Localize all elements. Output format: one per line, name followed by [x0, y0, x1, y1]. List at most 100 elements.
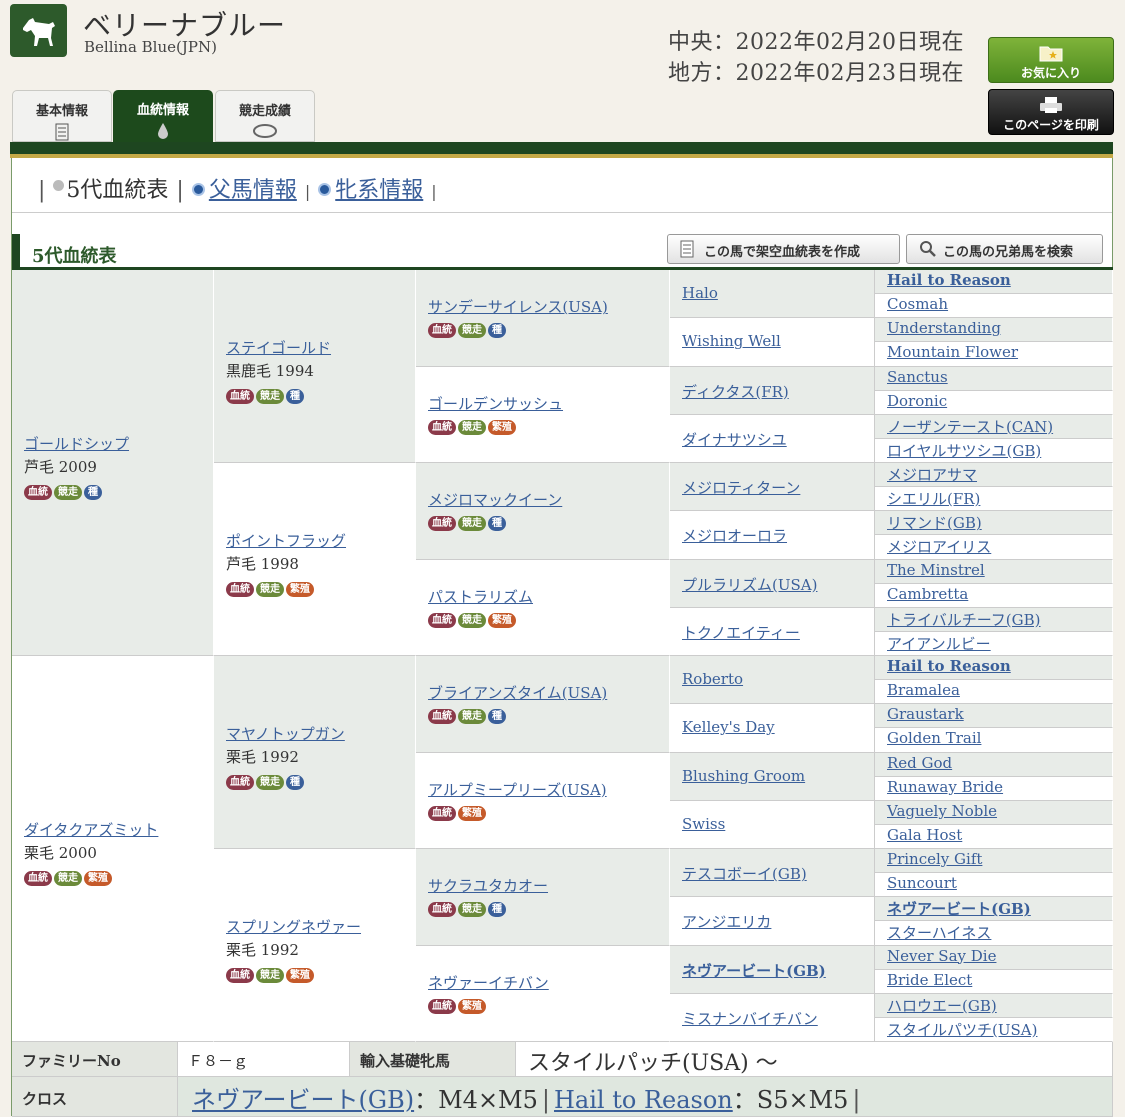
horse-name-link[interactable]: Golden Trail [887, 729, 1112, 747]
badge-blood[interactable]: 血統 [226, 967, 254, 983]
horse-name-link[interactable]: スターハイネス [887, 922, 1112, 943]
horse-name-link[interactable]: Gala Host [887, 826, 1112, 844]
horse-name-link[interactable]: マヤノトップガン [226, 725, 345, 743]
badge-blood[interactable]: 血統 [226, 581, 254, 597]
badge-breed[interactable]: 繁殖 [488, 612, 516, 628]
horse-name-link[interactable]: ネヴアービート(GB) [887, 898, 1112, 919]
badge-blood[interactable]: 血統 [226, 774, 254, 790]
horse-name-link[interactable]: Hail to Reason [887, 271, 1112, 289]
cross-horse-link[interactable]: ネヴアービート(GB) [192, 1086, 414, 1114]
horse-name-link[interactable]: Runaway Bride [887, 778, 1112, 796]
badge-breed[interactable]: 繁殖 [84, 871, 112, 886]
badge-breed[interactable]: 繁殖 [458, 805, 486, 821]
horse-name-link[interactable]: Bramalea [887, 681, 1112, 699]
horse-name-link[interactable]: サンデーサイレンス(USA) [428, 298, 608, 316]
create-fictional-pedigree-button[interactable]: この馬で架空血統表を作成 [667, 234, 900, 264]
badge-blood[interactable]: 血統 [428, 612, 456, 628]
horse-name-link[interactable]: ノーザンテースト(CAN) [887, 416, 1112, 437]
horse-name-link[interactable]: ハロウエー(GB) [887, 995, 1112, 1016]
badge-race[interactable]: 競走 [256, 388, 284, 404]
badge-race[interactable]: 競走 [458, 902, 486, 918]
badge-blood[interactable]: 血統 [428, 323, 456, 339]
horse-name-link[interactable]: プルラリズム(USA) [682, 574, 874, 595]
horse-name-link[interactable]: Red God [887, 754, 1112, 772]
badge-blood[interactable]: 血統 [428, 709, 456, 725]
badge-stud[interactable]: 種 [488, 516, 506, 532]
horse-name-link[interactable]: テスコボーイ(GB) [682, 863, 874, 884]
badge-stud[interactable]: 種 [84, 485, 102, 500]
badge-race[interactable]: 競走 [54, 485, 82, 500]
horse-name-link[interactable]: サクラユタカオー [428, 877, 548, 895]
favorite-button[interactable]: お気に入り [988, 37, 1114, 83]
badge-stud[interactable]: 種 [488, 709, 506, 725]
horse-name-link[interactable]: ダイナサツシユ [682, 429, 874, 450]
horse-name-link[interactable]: Suncourt [887, 874, 1112, 892]
tab-race-results[interactable]: 競走成績 [215, 90, 315, 142]
badge-blood[interactable]: 血統 [428, 805, 456, 821]
horse-name-link[interactable]: シエリル(FR) [887, 488, 1112, 509]
badge-stud[interactable]: 種 [488, 323, 506, 339]
badge-breed[interactable]: 繁殖 [458, 998, 486, 1014]
badge-blood[interactable]: 血統 [428, 998, 456, 1014]
horse-name-link[interactable]: ゴールドシップ [24, 435, 129, 453]
horse-name-link[interactable]: Vaguely Noble [887, 802, 1112, 820]
horse-name-link[interactable]: メジロオーロラ [682, 525, 874, 546]
badge-race[interactable]: 競走 [256, 581, 284, 597]
horse-name-link[interactable]: Wishing Well [682, 332, 874, 350]
horse-name-link[interactable]: アイアンルビー [887, 633, 1112, 654]
horse-name-link[interactable]: ロイヤルサツシユ(GB) [887, 440, 1112, 461]
badge-blood[interactable]: 血統 [24, 871, 52, 886]
horse-name-link[interactable]: ネヴアービート(GB) [682, 960, 874, 981]
horse-name-link[interactable]: Hail to Reason [887, 657, 1112, 675]
badge-breed[interactable]: 繁殖 [488, 419, 516, 435]
horse-name-link[interactable]: ポイントフラッグ [226, 532, 346, 550]
horse-name-link[interactable]: Bride Elect [887, 971, 1112, 989]
horse-name-link[interactable]: スタイルパツチ(USA) [887, 1019, 1112, 1040]
horse-name-link[interactable]: ミスナンバイチバン [682, 1008, 874, 1029]
badge-breed[interactable]: 繁殖 [286, 581, 314, 597]
sire-info-link[interactable]: 父馬情報 [209, 178, 297, 203]
horse-name-link[interactable]: メジロティターン [682, 477, 874, 498]
horse-name-link[interactable]: パストラリズム [428, 588, 533, 606]
badge-blood[interactable]: 血統 [226, 388, 254, 404]
horse-name-link[interactable]: Graustark [887, 705, 1112, 723]
badge-blood[interactable]: 血統 [428, 516, 456, 532]
badge-blood[interactable]: 血統 [428, 902, 456, 918]
badge-race[interactable]: 競走 [458, 709, 486, 725]
horse-name-link[interactable]: Cambretta [887, 585, 1112, 603]
horse-name-link[interactable]: Roberto [682, 670, 874, 688]
badge-stud[interactable]: 種 [488, 902, 506, 918]
horse-name-link[interactable]: Doronic [887, 392, 1112, 410]
badge-race[interactable]: 競走 [458, 516, 486, 532]
horse-name-link[interactable]: Blushing Groom [682, 767, 874, 785]
horse-name-link[interactable]: Never Say Die [887, 947, 1112, 965]
badge-race[interactable]: 競走 [458, 419, 486, 435]
horse-name-link[interactable]: メジロマックイーン [428, 491, 562, 509]
badge-race[interactable]: 競走 [458, 612, 486, 628]
badge-race[interactable]: 競走 [256, 967, 284, 983]
badge-stud[interactable]: 種 [286, 774, 304, 790]
search-siblings-button[interactable]: この馬の兄弟馬を検索 [906, 234, 1103, 264]
badge-breed[interactable]: 繁殖 [286, 967, 314, 983]
horse-name-link[interactable]: ネヴァーイチバン [428, 974, 549, 992]
horse-name-link[interactable]: メジロアサマ [887, 464, 1112, 485]
badge-blood[interactable]: 血統 [24, 485, 52, 500]
cross-horse-link[interactable]: Hail to Reason [554, 1086, 733, 1114]
horse-name-link[interactable]: Princely Gift [887, 850, 1112, 868]
horse-name-link[interactable]: Cosmah [887, 295, 1112, 313]
horse-name-link[interactable]: Sanctus [887, 368, 1112, 386]
badge-blood[interactable]: 血統 [428, 419, 456, 435]
badge-race[interactable]: 競走 [54, 871, 82, 886]
horse-name-link[interactable]: ブライアンズタイム(USA) [428, 684, 607, 702]
horse-name-link[interactable]: メジロアイリス [887, 536, 1112, 557]
horse-name-link[interactable]: スプリングネヴァー [226, 918, 361, 936]
horse-name-link[interactable]: トライバルチーフ(GB) [887, 609, 1112, 630]
horse-name-link[interactable]: ダイタクアズミット [24, 821, 158, 839]
horse-name-link[interactable]: ステイゴールド [226, 339, 331, 357]
badge-race[interactable]: 競走 [256, 774, 284, 790]
tab-pedigree-info[interactable]: 血統情報 [113, 90, 213, 142]
badge-stud[interactable]: 種 [286, 388, 304, 404]
horse-name-link[interactable]: トクノエイティー [682, 622, 874, 643]
horse-name-link[interactable]: ディクタス(FR) [682, 381, 874, 402]
badge-race[interactable]: 競走 [458, 323, 486, 339]
